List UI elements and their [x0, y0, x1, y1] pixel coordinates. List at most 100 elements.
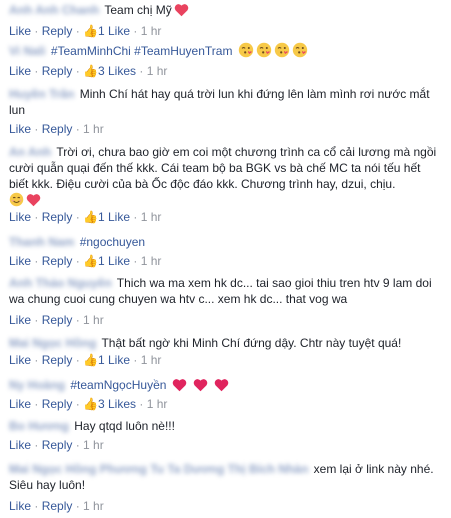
kiss-emoji-icon [238, 42, 254, 62]
like-count[interactable]: 1 Like [98, 210, 130, 224]
comment: Anh Anh Chanh Team chị Mỹ Like · Reply ·… [9, 2, 443, 38]
timestamp[interactable]: 1 hr [147, 397, 168, 411]
reply-link[interactable]: Reply [42, 353, 73, 367]
comment-actions: Like · Reply · 1 hr [9, 438, 443, 452]
reply-link[interactable]: Reply [42, 64, 73, 78]
reply-link[interactable]: Reply [42, 397, 73, 411]
comment-text: Mai Ngọc Hồng Thật bất ngờ khi Minh Chí … [9, 335, 443, 351]
comment-body: Thật bất ngờ khi Minh Chí đứng dậy. Chtr… [101, 336, 402, 350]
heart-emoji-icon [174, 3, 189, 21]
red-heart-emoji-icon [193, 378, 208, 396]
comment-text: Anh Anh Chanh Team chị Mỹ [9, 2, 443, 21]
kiss-emoji-icon [274, 42, 290, 62]
like-link[interactable]: Like [9, 254, 31, 268]
separator: · [31, 353, 42, 367]
comment-body: Hay qtqd luôn nè!!! [74, 419, 175, 433]
separator: · [130, 254, 141, 268]
timestamp[interactable]: 1 hr [141, 254, 162, 268]
kiss-emoji-icon [292, 42, 308, 62]
like-count[interactable]: 1 Like [98, 353, 130, 367]
separator: · [31, 210, 42, 224]
comment-author[interactable]: Mai Ngọc Hồng Phương Tu Ta Dương Thị Bíc… [9, 462, 308, 476]
like-count[interactable]: 1 Like [98, 24, 130, 38]
separator: · [72, 438, 84, 452]
separator: · [31, 313, 42, 327]
comment-author[interactable]: Huyền Trân [9, 87, 74, 101]
comment-actions: Like · Reply · 1 hr [9, 499, 443, 513]
like-link[interactable]: Like [9, 122, 31, 136]
timestamp[interactable]: 1 hr [83, 313, 104, 327]
comment: Mai Ngọc Hồng Thật bất ngờ khi Minh Chí … [9, 335, 443, 367]
comment-body: Team chị Mỹ [104, 3, 172, 17]
comment-actions: Like · Reply · 1 hr [9, 122, 443, 136]
separator: · [72, 210, 84, 224]
like-link[interactable]: Like [9, 353, 31, 367]
reply-link[interactable]: Reply [42, 210, 73, 224]
comment: Bo Hương Hay qtqd luôn nè!!! Like · Repl… [9, 418, 443, 452]
reply-link[interactable]: Reply [42, 438, 73, 452]
reply-link[interactable]: Reply [42, 24, 73, 38]
comment: Mai Ngọc Hồng Phương Tu Ta Dương Thị Bíc… [9, 461, 443, 513]
like-thumb-icon: 👍 [83, 254, 98, 268]
reply-link[interactable]: Reply [42, 499, 73, 513]
separator: · [72, 24, 84, 38]
smile-emoji-icon [9, 192, 24, 211]
timestamp[interactable]: 1 hr [141, 210, 162, 224]
comment-body: Trời ơi, chưa bao giờ em coi một chương … [9, 145, 437, 191]
like-thumb-icon: 👍 [83, 210, 98, 224]
comment-author[interactable]: An Anh [9, 145, 51, 159]
reply-link[interactable]: Reply [42, 254, 73, 268]
comment-text: Huyền Trân Minh Chí hát hay quá trời lun… [9, 86, 443, 118]
like-link[interactable]: Like [9, 24, 31, 38]
comment-hashtags[interactable]: #TeamMinhChi #TeamHuyenTram [51, 44, 233, 58]
separator: · [130, 353, 141, 367]
timestamp[interactable]: 1 hr [83, 499, 104, 513]
like-link[interactable]: Like [9, 313, 31, 327]
separator: · [31, 397, 42, 411]
like-link[interactable]: Like [9, 397, 31, 411]
kiss-emoji-icon [256, 42, 272, 62]
timestamp[interactable]: 1 hr [141, 353, 162, 367]
comment: Huyền Trân Minh Chí hát hay quá trời lun… [9, 86, 443, 136]
comment-author[interactable]: Ny Hoàng [9, 378, 65, 392]
reply-link[interactable]: Reply [42, 122, 73, 136]
separator: · [72, 64, 84, 78]
like-link[interactable]: Like [9, 64, 31, 78]
comment-author[interactable]: Bo Hương [9, 419, 69, 433]
comment-author[interactable]: Anh Thảo Nguyên [9, 276, 112, 290]
timestamp[interactable]: 1 hr [83, 438, 104, 452]
separator: · [72, 397, 84, 411]
like-count[interactable]: 1 Like [98, 254, 130, 268]
timestamp[interactable]: 1 hr [141, 24, 162, 38]
timestamp[interactable]: 1 hr [83, 122, 104, 136]
separator: · [72, 254, 84, 268]
reply-link[interactable]: Reply [42, 313, 73, 327]
comment-actions: Like · Reply · 1 hr [9, 313, 443, 327]
comment-actions: Like · Reply · 👍3 Likes · 1 hr [9, 64, 443, 78]
comment: Vi Nali #TeamMinhChi #TeamHuyenTram Like… [9, 42, 443, 78]
separator: · [72, 122, 84, 136]
comment: Thanh Nam #ngochuyen Like · Reply · 👍1 L… [9, 234, 443, 268]
like-link[interactable]: Like [9, 210, 31, 224]
separator: · [136, 397, 147, 411]
separator: · [31, 122, 42, 136]
like-link[interactable]: Like [9, 499, 31, 513]
comment: An Anh Trời ơi, chưa bao giờ em coi một … [9, 144, 443, 224]
like-count[interactable]: 3 Likes [98, 397, 136, 411]
comment-author[interactable]: Mai Ngọc Hồng [9, 336, 96, 350]
like-thumb-icon: 👍 [83, 397, 98, 411]
comment: Ny Hoàng #teamNgọcHuyền Like · Reply · 👍… [9, 377, 443, 411]
heart-emoji-icon [26, 193, 41, 211]
like-thumb-icon: 👍 [83, 64, 98, 78]
comment-hashtag[interactable]: #ngochuyen [80, 235, 145, 249]
comment-text: Anh Thảo Nguyên Thich wa ma xem hk dc...… [9, 275, 443, 307]
red-heart-emoji-icon [214, 378, 229, 396]
like-link[interactable]: Like [9, 438, 31, 452]
comment-hashtag[interactable]: #teamNgọcHuyền [70, 378, 166, 392]
comment-author[interactable]: Vi Nali [9, 44, 45, 58]
comment-author[interactable]: Anh Anh Chanh [9, 3, 99, 17]
timestamp[interactable]: 1 hr [147, 64, 168, 78]
separator: · [72, 353, 84, 367]
like-count[interactable]: 3 Likes [98, 64, 136, 78]
comment-author[interactable]: Thanh Nam [9, 235, 74, 249]
